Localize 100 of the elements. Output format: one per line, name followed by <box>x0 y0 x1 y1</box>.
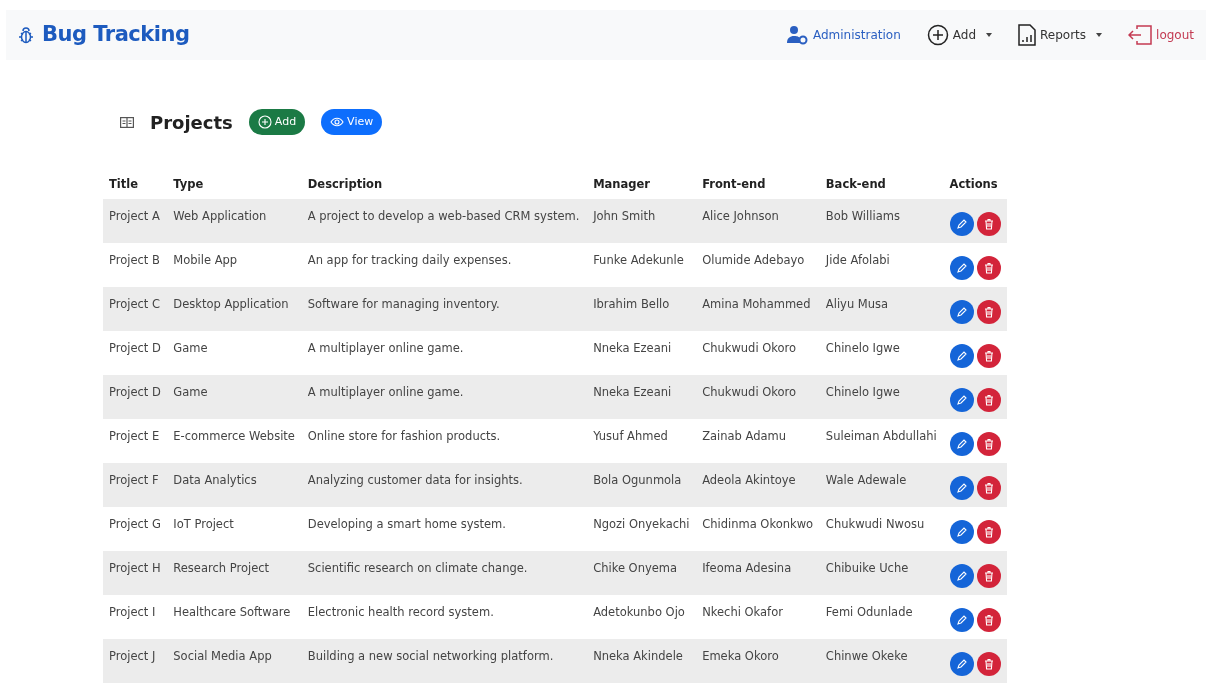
pencil-icon <box>955 350 968 363</box>
delete-button[interactable] <box>976 476 1001 501</box>
delete-button[interactable] <box>976 300 1001 325</box>
edit-button[interactable] <box>949 300 974 325</box>
caret-icon <box>1096 33 1103 37</box>
table-cell: A project to develop a web-based CRM system. <box>301 199 588 244</box>
dropdown-toggle-link[interactable]: Add <box>926 24 992 46</box>
table-cell: Mobile App <box>167 243 302 288</box>
edit-button[interactable] <box>949 476 974 501</box>
table-cell: Chinelo Igwe <box>819 331 944 376</box>
delete-button[interactable] <box>976 608 1001 633</box>
table-cell: Nneka Akindele <box>587 639 697 684</box>
table-cell: Project D <box>103 375 168 420</box>
trash-icon <box>982 658 995 671</box>
table-cell: A multiplayer online game. <box>301 331 588 376</box>
pencil-icon <box>955 394 968 407</box>
table-cell: Project D <box>103 331 168 376</box>
table-cell: IoT Project <box>167 507 302 552</box>
delete-button[interactable] <box>976 388 1001 413</box>
report-file-icon <box>1018 24 1036 46</box>
table-cell: Research Project <box>167 551 302 596</box>
logout-link[interactable]: logout <box>1128 25 1194 45</box>
pencil-icon <box>955 438 968 451</box>
trash-icon <box>982 306 995 319</box>
column-header: Front-end <box>696 170 820 200</box>
table-cell: Software for managing inventory. <box>301 287 588 332</box>
delete-button[interactable] <box>976 212 1001 237</box>
table-cell: Project E <box>103 419 168 464</box>
pencil-icon <box>955 526 968 539</box>
add-button[interactable]: Add <box>248 108 306 136</box>
edit-button[interactable] <box>949 388 974 413</box>
nav-link[interactable]: Administration <box>786 25 901 45</box>
plus-circle-icon <box>926 24 949 46</box>
table-cell: Amina Mohammed <box>696 287 820 332</box>
table-cell: Aliyu Musa <box>819 287 944 332</box>
column-header: Description <box>301 170 588 200</box>
table-cell: Nneka Ezeani <box>587 331 697 376</box>
table-cell: Chinwe Okeke <box>819 639 944 684</box>
view-button[interactable]: View <box>321 108 383 136</box>
edit-button[interactable] <box>949 432 974 457</box>
table-cell: Web Application <box>167 199 302 244</box>
table-cell: Wale Adewale <box>819 463 944 508</box>
table-cell: Nkechi Okafor <box>696 595 820 640</box>
column-header: Back-end <box>819 170 944 200</box>
trash-icon <box>982 218 995 231</box>
table-cell: E-commerce Website <box>167 419 302 464</box>
delete-button[interactable] <box>976 564 1001 589</box>
delete-button[interactable] <box>976 344 1001 369</box>
table-cell: Social Media App <box>167 639 302 684</box>
user-gear-icon <box>786 25 809 45</box>
table-cell: Emeka Okoro <box>696 639 820 684</box>
logout-icon <box>1128 25 1153 45</box>
page-title: Projects <box>150 110 233 135</box>
table-cell: Project J <box>103 639 168 684</box>
trash-icon <box>982 438 995 451</box>
pencil-icon <box>955 614 968 627</box>
table-cell: Chukwudi Nwosu <box>819 507 944 552</box>
edit-button[interactable] <box>949 564 974 589</box>
delete-button[interactable] <box>976 520 1001 545</box>
table-cell: Yusuf Ahmed <box>587 419 697 464</box>
table-cell: Game <box>167 375 302 420</box>
plus-circle-icon <box>257 115 272 129</box>
column-header: Manager <box>587 170 697 200</box>
table-cell: Healthcare Software <box>167 595 302 640</box>
pencil-icon <box>955 482 968 495</box>
table-cell: Project I <box>103 595 168 640</box>
table-cell: Adeola Akintoye <box>696 463 820 508</box>
edit-button[interactable] <box>949 652 974 677</box>
pencil-icon <box>955 306 968 319</box>
table-cell: Chukwudi Okoro <box>696 375 820 420</box>
table-cell: Analyzing customer data for insights. <box>301 463 588 508</box>
table-cell: Bob Williams <box>819 199 944 244</box>
dropdown-toggle-link[interactable]: Reports <box>1018 24 1103 46</box>
trash-icon <box>982 262 995 275</box>
table-cell: Project F <box>103 463 168 508</box>
edit-button[interactable] <box>949 520 974 545</box>
pencil-icon <box>955 262 968 275</box>
pencil-icon <box>955 570 968 583</box>
table-cell: Scientific research on climate change. <box>301 551 588 596</box>
table-cell: Olumide Adebayo <box>696 243 820 288</box>
table-cell: Ngozi Onyekachi <box>587 507 697 552</box>
edit-button[interactable] <box>949 256 974 281</box>
table-cell: Online store for fashion products. <box>301 419 588 464</box>
table-cell: A multiplayer online game. <box>301 375 588 420</box>
eye-icon <box>330 117 345 127</box>
delete-button[interactable] <box>976 652 1001 677</box>
edit-button[interactable] <box>949 344 974 369</box>
brand-link[interactable]: Bug Tracking <box>18 19 190 51</box>
trash-icon <box>982 394 995 407</box>
trash-icon <box>982 350 995 363</box>
table-cell: Nneka Ezeani <box>587 375 697 420</box>
table-cell: Ifeoma Adesina <box>696 551 820 596</box>
bug-icon <box>18 26 34 44</box>
edit-button[interactable] <box>949 212 974 237</box>
edit-button[interactable] <box>949 608 974 633</box>
table-cell: Suleiman Abdullahi <box>819 419 944 464</box>
delete-button[interactable] <box>976 432 1001 457</box>
delete-button[interactable] <box>976 256 1001 281</box>
table-cell: Alice Johnson <box>696 199 820 244</box>
table-cell: Building a new social networking platform. <box>301 639 588 684</box>
